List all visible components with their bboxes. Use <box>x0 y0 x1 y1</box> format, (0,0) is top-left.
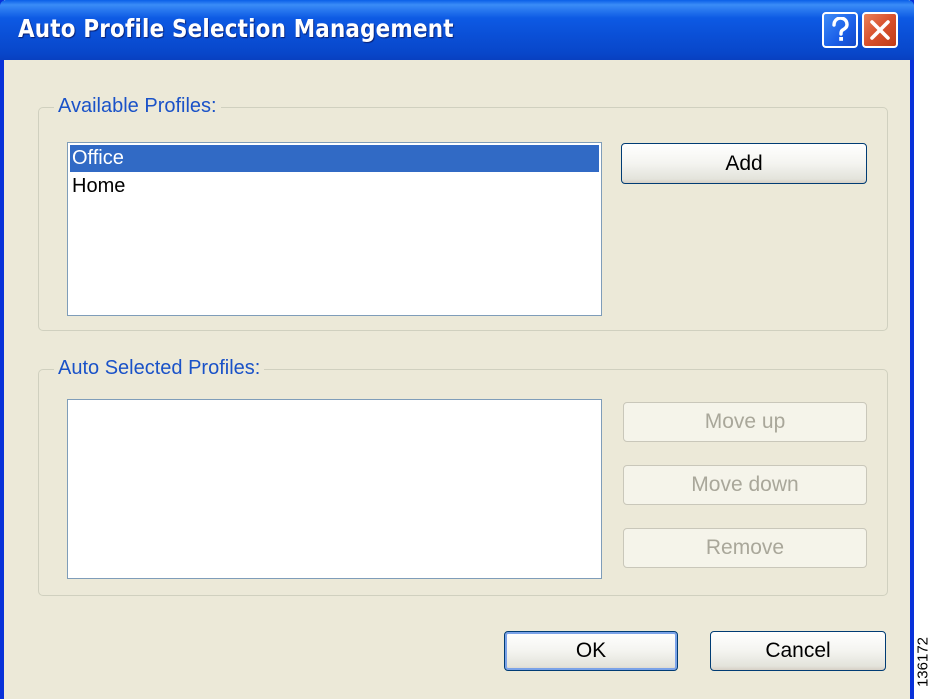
figure-number-text: 136172 <box>914 636 932 688</box>
figure-number: 136172 <box>912 630 934 694</box>
auto-selected-profiles-label: Auto Selected Profiles: <box>54 357 265 380</box>
remove-button[interactable]: Remove <box>623 528 867 568</box>
cancel-button[interactable]: Cancel <box>710 631 886 671</box>
list-item-office[interactable]: Office <box>70 145 599 172</box>
window-title: Auto Profile Selection Management <box>18 14 454 43</box>
close-button[interactable] <box>862 12 898 48</box>
dialog-window: Auto Profile Selection Management Availa… <box>0 0 914 699</box>
move-down-button[interactable]: Move down <box>623 465 867 505</box>
list-item-home[interactable]: Home <box>70 173 599 200</box>
move-up-button[interactable]: Move up <box>623 402 867 442</box>
title-bar[interactable]: Auto Profile Selection Management <box>0 0 914 60</box>
auto-selected-profiles-list[interactable] <box>67 399 602 579</box>
available-profiles-list[interactable]: Office Home <box>67 142 602 316</box>
close-x-icon <box>870 20 890 40</box>
available-profiles-label: Available Profiles: <box>54 95 221 118</box>
add-button[interactable]: Add <box>621 143 867 184</box>
ok-button[interactable]: OK <box>504 631 678 671</box>
help-button[interactable] <box>822 12 858 48</box>
question-mark-icon <box>832 17 849 41</box>
